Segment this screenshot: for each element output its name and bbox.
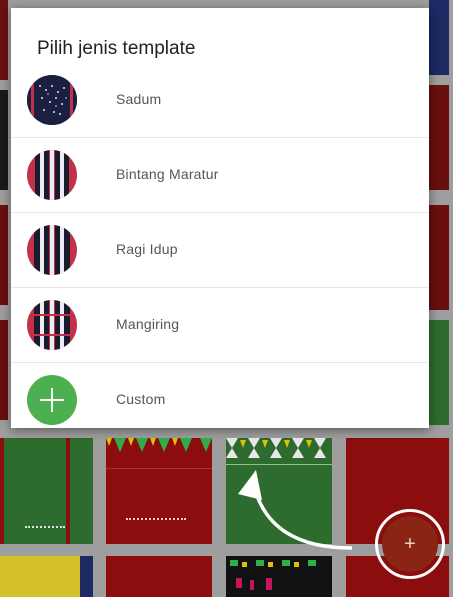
option-sadum[interactable]: Sadum [11,63,429,138]
template-tile[interactable] [0,320,8,420]
ulos-sadum-thumbnail [27,75,77,125]
template-tile[interactable] [106,438,212,544]
option-label: Custom [116,391,166,407]
option-mangiring[interactable]: Mangiring [11,288,429,363]
template-tile[interactable] [0,205,8,305]
template-tile[interactable] [226,438,332,544]
template-tile[interactable] [0,556,80,597]
template-type-dialog: Pilih jenis template Sadum Bintang Marat… [11,8,429,428]
template-tile[interactable] [0,0,8,80]
dialog-title: Pilih jenis template [37,38,196,59]
template-tile[interactable] [80,556,93,597]
option-label: Sadum [116,91,162,107]
option-label: Ragi Idup [116,241,178,257]
option-label: Mangiring [116,316,180,332]
template-tile[interactable] [429,0,449,75]
template-tile[interactable] [0,90,8,190]
plus-icon [27,375,77,425]
plus-icon: + [404,533,416,555]
option-custom[interactable]: Custom [11,363,429,437]
ulos-mangiring-thumbnail [27,300,77,350]
template-tile[interactable] [226,556,332,597]
option-bintang-maratur[interactable]: Bintang Maratur [11,138,429,213]
ulos-ragi-idup-thumbnail [27,225,77,275]
template-tile[interactable] [429,85,449,190]
template-tile[interactable] [429,320,449,425]
template-tile[interactable] [0,438,93,544]
template-tile[interactable] [106,556,212,597]
ulos-bintang-maratur-thumbnail [27,150,77,200]
option-ragi-idup[interactable]: Ragi Idup [11,213,429,288]
template-tile[interactable] [429,205,449,310]
add-template-button[interactable]: + [382,516,438,572]
option-label: Bintang Maratur [116,166,219,182]
